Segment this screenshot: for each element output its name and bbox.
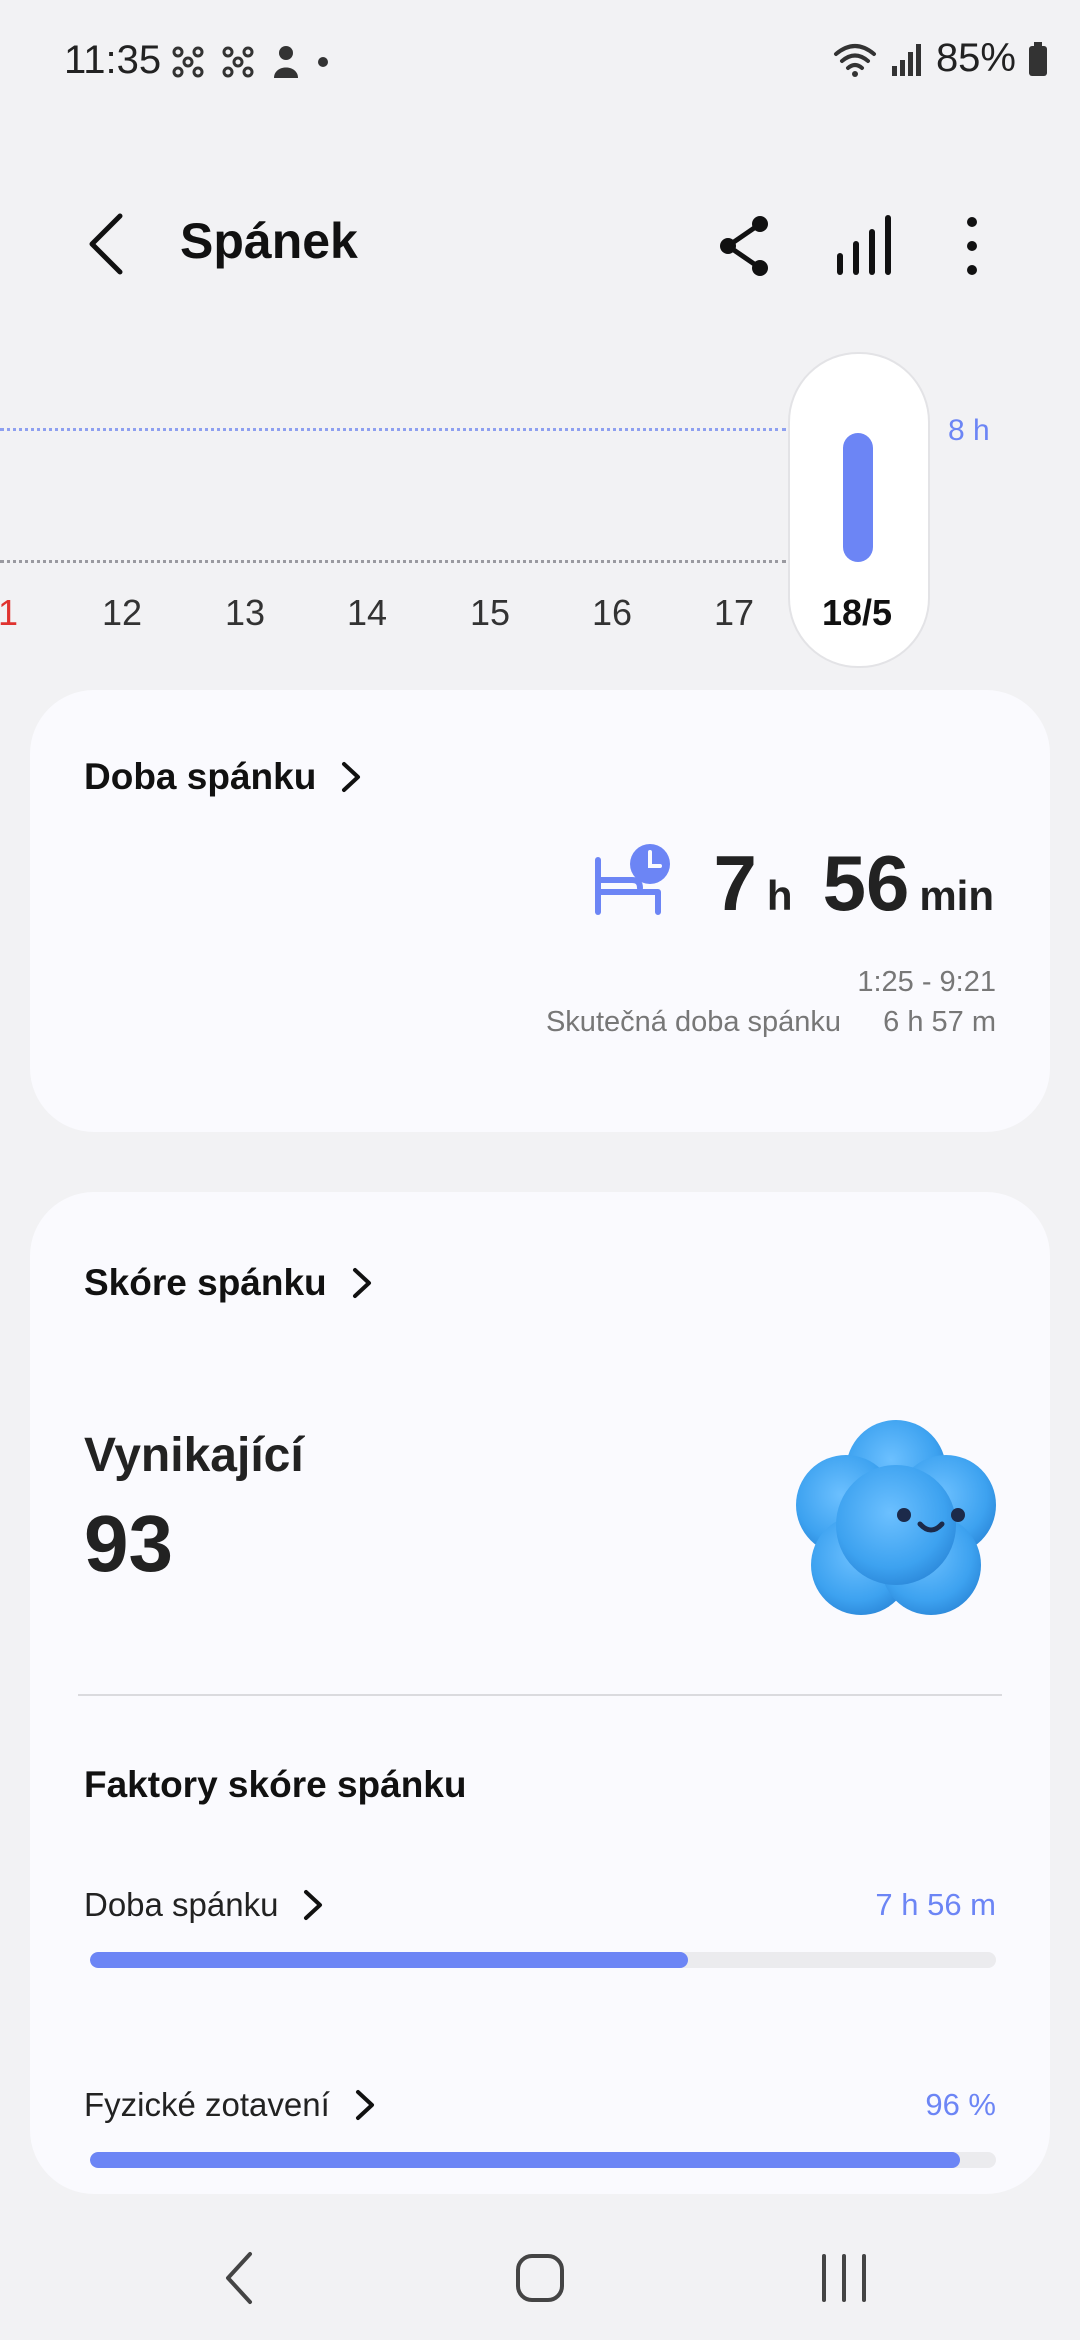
notification-app-icon bbox=[172, 46, 204, 78]
notification-app-icon bbox=[222, 46, 254, 78]
sleep-minutes-unit: min bbox=[919, 872, 994, 919]
signal-icon bbox=[891, 43, 921, 76]
baseline bbox=[0, 560, 786, 563]
status-right: 85% bbox=[832, 36, 1048, 81]
chart-day-label[interactable]: 16 bbox=[592, 592, 632, 634]
chevron-right-icon bbox=[304, 1890, 323, 1920]
status-notification-icons bbox=[170, 44, 330, 80]
chart-day-label[interactable]: 15 bbox=[470, 592, 510, 634]
factor-progress-fill bbox=[90, 2152, 960, 2168]
sleep-hours-unit: h bbox=[766, 872, 793, 919]
battery-icon bbox=[1029, 41, 1047, 76]
chart-day-label[interactable]: 13 bbox=[225, 592, 265, 634]
chart-day-label[interactable]: 1 bbox=[0, 592, 18, 634]
sleep-time-header[interactable]: Doba spánku bbox=[84, 756, 362, 798]
factor-progress-track bbox=[90, 2152, 996, 2168]
sleep-score-title: Skóre spánku bbox=[84, 1262, 327, 1303]
factor-label-wrap: Fyzické zotavení bbox=[84, 2086, 376, 2124]
goal-line bbox=[0, 428, 786, 431]
factor-row-sleep-time[interactable]: Doba spánku 7 h 56 m bbox=[84, 1886, 996, 1924]
sleep-mascot-cloud-icon bbox=[796, 1420, 996, 1615]
selected-day-label: 18/5 bbox=[821, 592, 893, 633]
chevron-right-icon bbox=[342, 762, 361, 792]
chart-day-label[interactable]: 14 bbox=[347, 592, 387, 634]
section-divider bbox=[78, 1694, 1002, 1696]
factors-title: Faktory skóre spánku bbox=[84, 1764, 467, 1805]
factor-progress-track bbox=[90, 1952, 996, 1968]
status-time: 11:35 bbox=[64, 38, 162, 82]
nav-recents-icon[interactable] bbox=[804, 2238, 884, 2318]
factor-label: Fyzické zotavení bbox=[84, 2086, 330, 2123]
factor-value: 96 % bbox=[925, 2087, 996, 2122]
sleep-minutes: 56 bbox=[822, 839, 910, 927]
factor-label: Doba spánku bbox=[84, 1886, 279, 1923]
sleep-score-card bbox=[30, 1192, 1050, 2194]
sleep-duration-value: 7 h 56 min bbox=[714, 838, 994, 929]
sleep-score-header[interactable]: Skóre spánku bbox=[84, 1262, 373, 1304]
sleep-score-rating: Vynikající bbox=[84, 1429, 304, 1482]
actual-sleep-value: 6 h 57 m bbox=[883, 1006, 996, 1038]
factor-progress-fill bbox=[90, 1952, 688, 1968]
factor-value: 7 h 56 m bbox=[875, 1887, 996, 1922]
share-icon[interactable] bbox=[714, 210, 778, 282]
goal-label: 8 h bbox=[948, 414, 990, 447]
actual-sleep-label: Skutečná doba spánku bbox=[545, 1006, 842, 1038]
chart-day-label[interactable]: 12 bbox=[102, 592, 142, 634]
more-notifications-dot-icon bbox=[318, 57, 328, 67]
trends-chart-icon[interactable] bbox=[832, 210, 896, 282]
page-title: Spánek bbox=[180, 213, 358, 269]
nav-home-icon[interactable] bbox=[500, 2238, 580, 2318]
bed-clock-icon bbox=[595, 844, 670, 915]
back-button[interactable] bbox=[78, 208, 134, 280]
sleep-score-value: 93 bbox=[84, 1499, 173, 1588]
sleep-time-title: Doba spánku bbox=[84, 756, 317, 797]
factor-label-wrap: Doba spánku bbox=[84, 1886, 324, 1924]
sleep-range: 1:25 - 9:21 bbox=[857, 966, 996, 998]
factor-row-physical-recovery[interactable]: Fyzické zotavení 96 % bbox=[84, 2086, 996, 2124]
chevron-right-icon bbox=[355, 2090, 374, 2120]
chevron-right-icon bbox=[352, 1268, 371, 1298]
wifi-icon bbox=[833, 43, 876, 77]
nav-back-icon[interactable] bbox=[200, 2238, 280, 2318]
chart-day-label[interactable]: 17 bbox=[714, 592, 754, 634]
battery-percent: 85% bbox=[935, 36, 1016, 80]
more-options-icon[interactable] bbox=[940, 210, 1004, 282]
notification-person-icon bbox=[274, 46, 298, 78]
actual-sleep-row: Skutečná doba spánku 6 h 57 m bbox=[546, 1006, 996, 1039]
sleep-duration-bar bbox=[843, 433, 873, 562]
sleep-hours: 7 bbox=[713, 839, 757, 927]
